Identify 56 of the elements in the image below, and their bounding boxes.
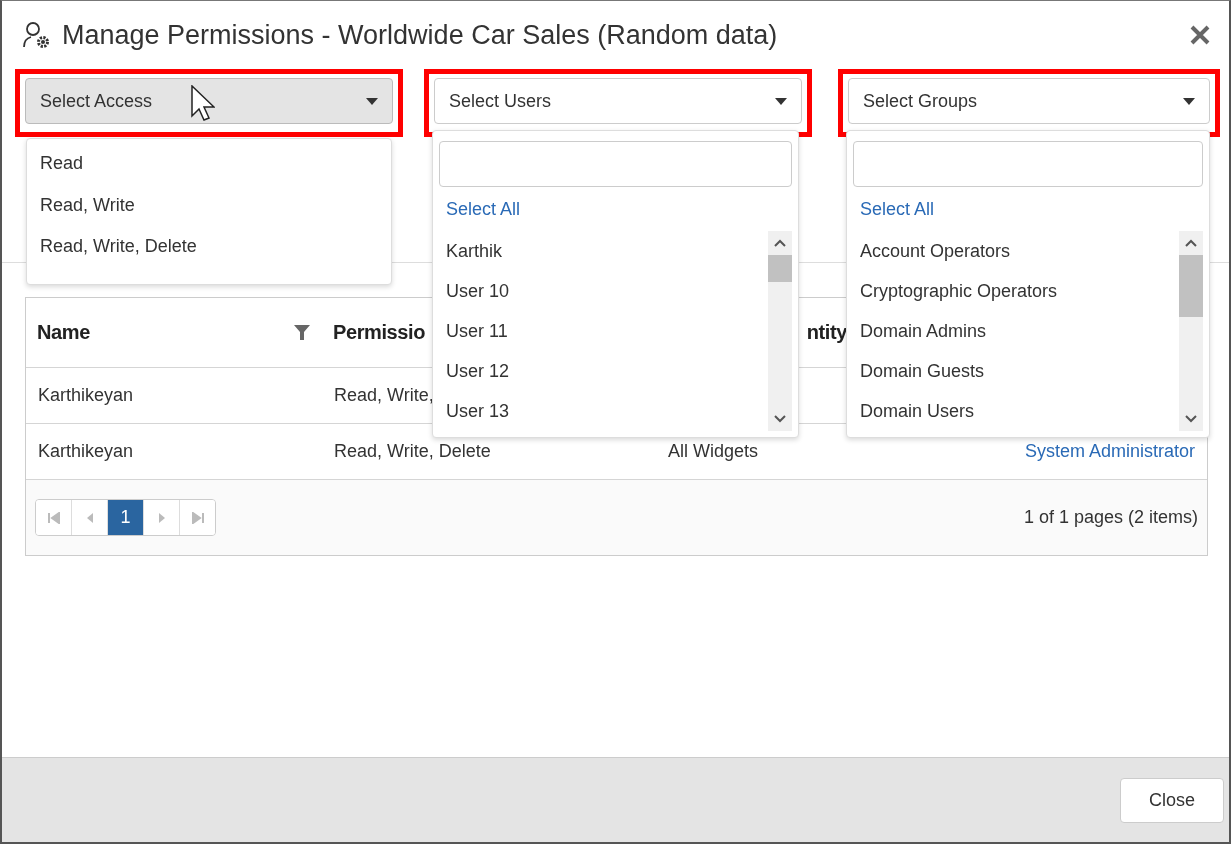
- chevron-down-icon[interactable]: [1185, 415, 1197, 423]
- scrollbar-thumb[interactable]: [1179, 255, 1203, 317]
- list-option[interactable]: User 11: [433, 311, 768, 351]
- first-page-icon: [47, 511, 60, 524]
- list-option[interactable]: User 10: [433, 271, 768, 311]
- next-icon: [157, 511, 166, 524]
- chevron-up-icon[interactable]: [774, 239, 786, 247]
- previous-icon: [85, 511, 94, 524]
- access-option[interactable]: Read: [27, 143, 391, 185]
- previous-page-button[interactable]: [72, 500, 108, 535]
- access-select[interactable]: Select Access: [25, 78, 393, 124]
- table-cell: Read, Write,: [334, 385, 434, 405]
- column-header: Permissio: [333, 321, 425, 344]
- last-page-icon: [191, 511, 204, 524]
- pager-info: 1 of 1 pages (2 items): [1023, 507, 1198, 528]
- next-page-button[interactable]: [144, 500, 180, 535]
- select-all-link[interactable]: Select All: [847, 187, 1209, 231]
- column-header: ntity: [806, 321, 847, 344]
- access-option[interactable]: Read, Write: [27, 184, 391, 226]
- cursor-icon: [191, 85, 215, 123]
- close-button[interactable]: Close: [1120, 777, 1224, 823]
- scrollbar-thumb[interactable]: [768, 255, 792, 282]
- table-cell: Karthikeyan: [38, 385, 134, 405]
- column-header: Name: [37, 321, 90, 344]
- table-cell: All Widgets: [668, 441, 759, 461]
- table-link[interactable]: System Administrator: [1024, 441, 1195, 461]
- chevron-up-icon[interactable]: [1185, 239, 1197, 247]
- user-gear-icon: [22, 21, 50, 49]
- list-option[interactable]: Domain Admins: [847, 311, 1179, 351]
- list-option[interactable]: Domain Users: [847, 391, 1179, 431]
- list-option[interactable]: Karthik: [433, 231, 768, 271]
- users-select[interactable]: Select Users: [434, 78, 802, 124]
- select-all-link[interactable]: Select All: [433, 187, 798, 231]
- first-page-button[interactable]: [36, 500, 72, 535]
- scrollbar[interactable]: [1179, 231, 1203, 431]
- list-option[interactable]: User 13: [433, 391, 768, 431]
- chevron-down-icon[interactable]: [774, 415, 786, 423]
- list-option[interactable]: User 12: [433, 351, 768, 391]
- access-option[interactable]: Read, Write, Delete: [27, 226, 391, 268]
- groups-select[interactable]: Select Groups: [848, 78, 1210, 124]
- table-cell: Read, Write, Delete: [334, 441, 491, 461]
- scrollbar[interactable]: [768, 231, 792, 431]
- caret-icon: [1183, 97, 1195, 105]
- list-option[interactable]: Cryptographic Operators: [847, 271, 1179, 311]
- caret-icon: [775, 97, 787, 105]
- list-option[interactable]: Account Operators: [847, 231, 1179, 271]
- filter-icon[interactable]: [294, 325, 310, 340]
- caret-icon: [366, 97, 378, 105]
- table-cell: Karthikeyan: [38, 441, 134, 461]
- last-page-button[interactable]: [180, 500, 215, 535]
- list-option[interactable]: Domain Guests: [847, 351, 1179, 391]
- close-icon[interactable]: [1189, 24, 1211, 46]
- page-button[interactable]: 1: [108, 500, 144, 535]
- window-title: Manage Permissions - Worldwide Car Sales (Random data): [62, 19, 779, 51]
- search-field[interactable]: [853, 141, 1203, 187]
- search-field[interactable]: [439, 141, 792, 187]
